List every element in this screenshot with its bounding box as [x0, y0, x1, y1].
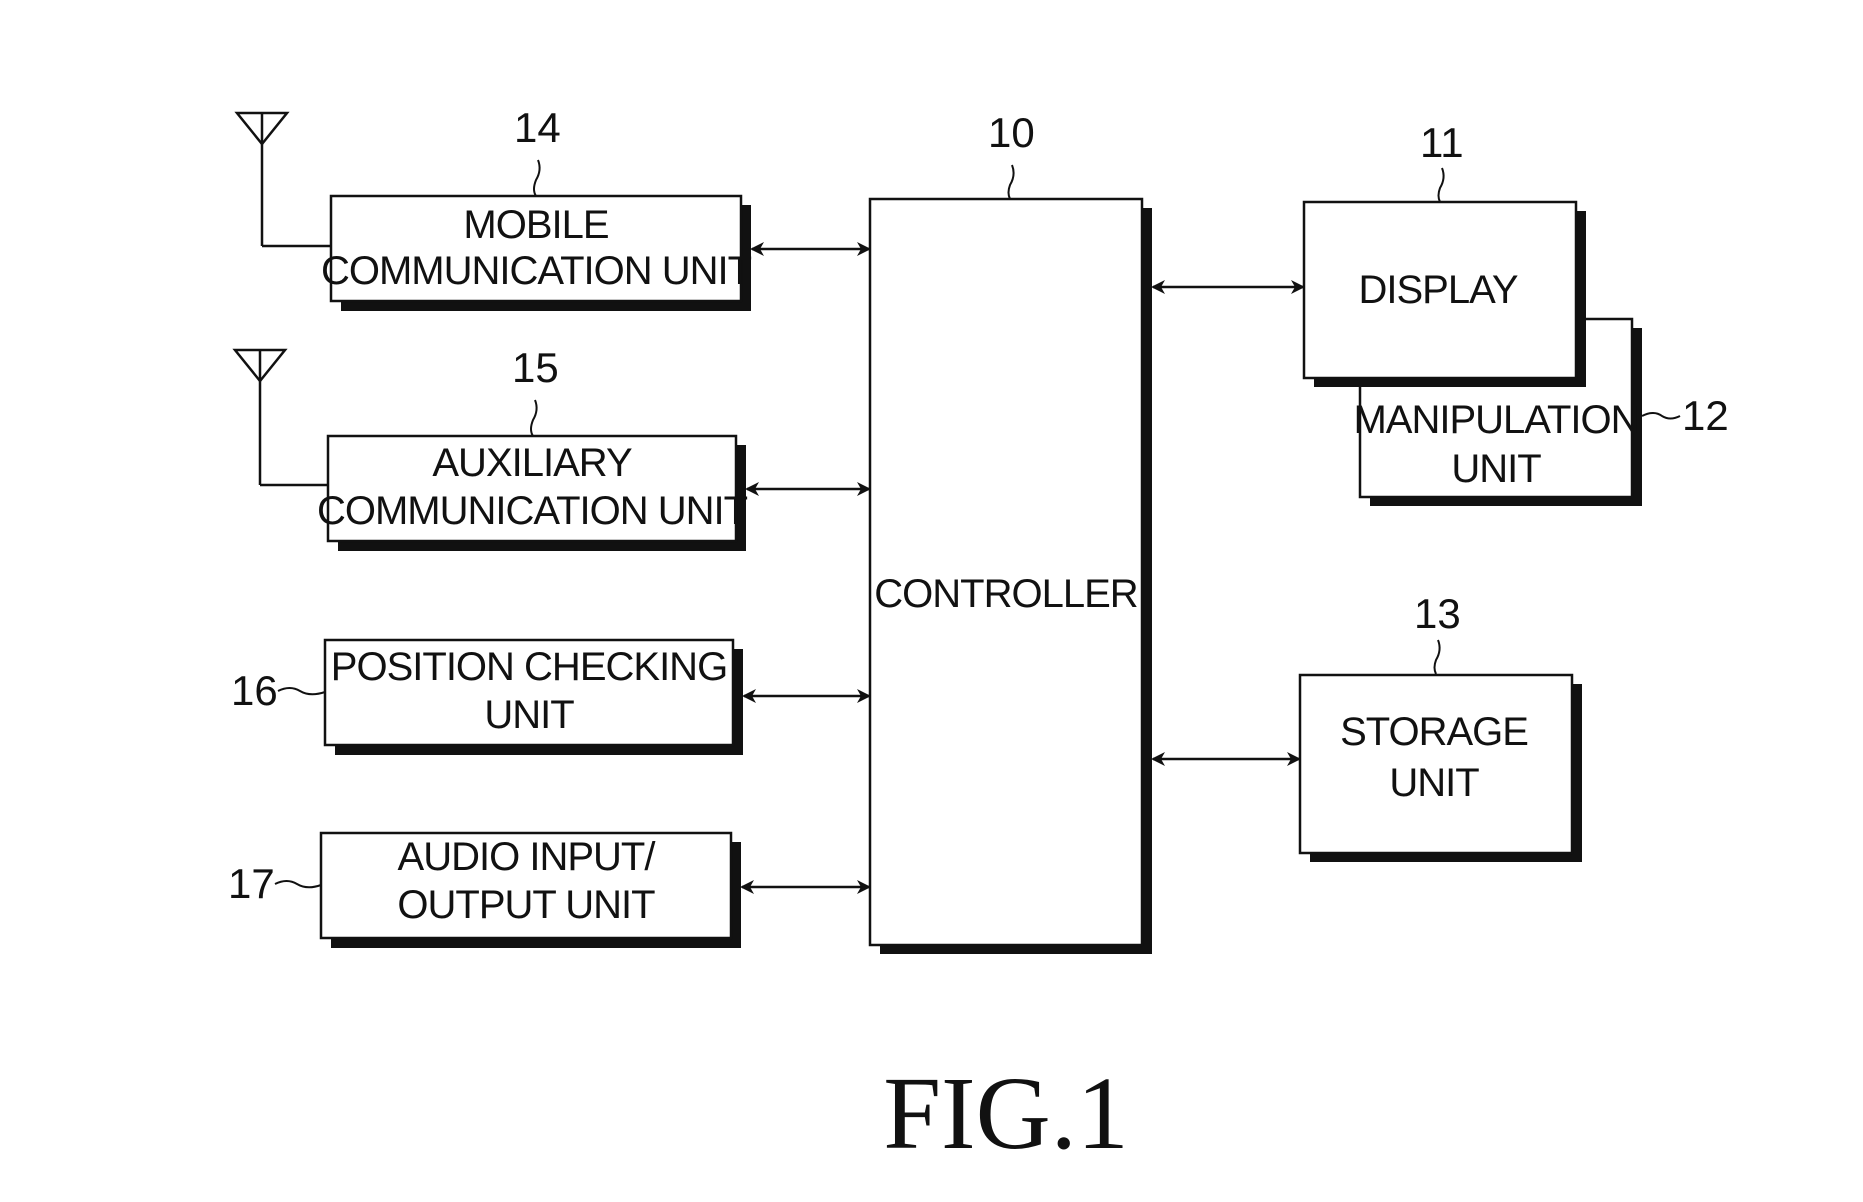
display-block: DISPLAY [1302, 200, 1586, 387]
storage-unit-block: STORAGE UNIT [1298, 673, 1582, 862]
figure-caption: FIG.1 [883, 1056, 1129, 1171]
block-label: MANIPULATION [1353, 398, 1638, 442]
leader-line [1641, 412, 1681, 420]
auxiliary-communication-unit-block: AUXILIARY COMMUNICATION UNIT [317, 434, 749, 551]
audio-input-output-unit-block: AUDIO INPUT/ OUTPUT UNIT [319, 831, 741, 948]
leader-line [1433, 639, 1441, 675]
reference-numeral: 13 [1414, 590, 1461, 637]
position-checking-unit-block: POSITION CHECKING UNIT [323, 638, 743, 755]
reference-numeral: 10 [988, 109, 1035, 156]
block-label: AUDIO INPUT/ [398, 835, 657, 879]
antenna-icon [234, 111, 331, 248]
reference-numeral: 12 [1682, 392, 1729, 439]
leader-line [533, 159, 541, 197]
block-label: UNIT [1389, 761, 1479, 805]
reference-numeral: 14 [514, 104, 561, 151]
block-label: AUXILIARY [432, 441, 632, 485]
block-diagram: MOBILE COMMUNICATION UNIT 14 AUXILIARY C… [228, 104, 1729, 1171]
block-label: UNIT [484, 693, 574, 737]
mobile-communication-unit-block: MOBILE COMMUNICATION UNIT [321, 194, 753, 311]
leader-line [1007, 164, 1015, 200]
leader-line [277, 687, 326, 696]
block-label: STORAGE [1340, 710, 1528, 754]
block-label: POSITION CHECKING [331, 645, 727, 689]
block-label: COMMUNICATION UNIT [321, 249, 752, 293]
reference-numeral: 15 [512, 344, 559, 391]
leader-line [274, 880, 322, 889]
controller-block: CONTROLLER [868, 197, 1152, 954]
block-label: DISPLAY [1359, 268, 1518, 312]
leader-line [1437, 167, 1445, 203]
antenna-icon [232, 348, 328, 487]
block-label: MOBILE [463, 203, 608, 247]
block-label: COMMUNICATION UNIT [317, 489, 748, 533]
block-label: UNIT [1451, 447, 1541, 491]
reference-numeral: 17 [228, 860, 275, 907]
block-label: CONTROLLER [874, 572, 1137, 616]
block-label: OUTPUT UNIT [397, 883, 655, 927]
leader-line [530, 399, 538, 437]
reference-numeral: 11 [1420, 119, 1464, 166]
reference-numeral: 16 [231, 667, 278, 714]
